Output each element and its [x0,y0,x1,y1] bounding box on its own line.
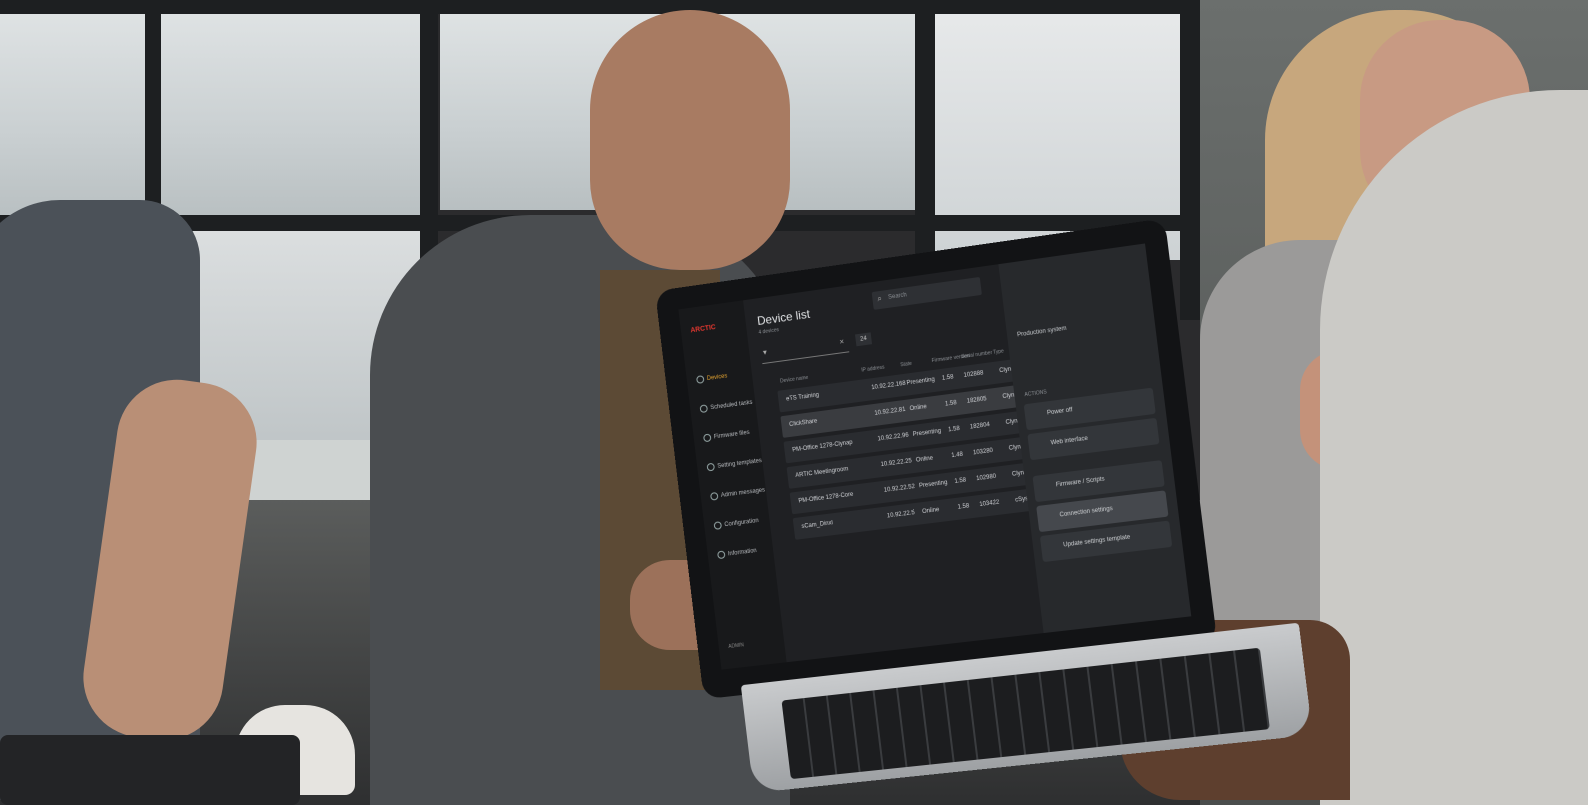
sidebar-item-label: Devices [706,373,728,383]
sidebar-item-label: Information [727,548,758,558]
device-name: ARTIC Meetingroom [795,466,849,480]
device-ip: 10.92.22.5 [886,510,916,520]
device-firmware: 1.58 [941,374,954,382]
column-header-serial[interactable]: Serial number [961,350,993,360]
column-header-name[interactable]: Device name [780,375,809,385]
device-ip: 10.92.22.96 [877,432,910,443]
sidebar-item-admin-messages[interactable]: Admin messages [710,486,765,501]
device-firmware: 1.58 [947,425,961,434]
button-label: Web interface [1050,435,1089,447]
info-icon [717,550,726,560]
device-serial: 102888 [963,370,984,379]
device-ip: 10.92.22.168 [871,380,907,392]
sidebar-item-label: Configuration [724,518,759,529]
device-name: PM-Office 1278-Core [798,491,854,505]
device-ip: 10.92.22.52 [883,483,916,494]
device-ip: 10.92.22.81 [874,406,906,417]
filter-count-badge[interactable]: 24 [855,332,873,347]
laptop-left-edge [0,735,300,805]
brand-logo: ARCTIC [690,324,717,335]
devices-icon [696,375,705,384]
detail-panel: Production system ACTIONS Power off Web … [998,243,1192,634]
page-title: Device list [756,306,811,328]
clear-icon[interactable]: × [839,337,845,346]
sidebar-item-information[interactable]: Information [717,547,757,560]
gear-icon [706,462,716,472]
page-subtitle: 4 devices [758,327,780,336]
panel-actions-heading: ACTIONS [1024,389,1048,399]
window-pane-left [0,10,160,220]
sidebar-item-label: Setting templates [717,458,763,470]
device-firmware: 1.58 [944,400,958,408]
device-name: ClickShare [788,418,818,429]
device-firmware: 1.58 [957,503,970,511]
device-serial: 103422 [979,499,1000,509]
device-firmware: 1.58 [954,477,967,485]
window-frame-top [0,0,1200,14]
tools-icon [713,521,723,530]
sidebar-item-setting-templates[interactable]: Setting templates [706,457,763,472]
device-serial: 182805 [966,396,988,405]
filter-input[interactable]: ▾ × [760,333,850,365]
man-head [590,10,790,270]
device-state: Online [909,404,928,413]
device-serial: 102980 [975,473,997,483]
panel-section-title: Production system [1016,325,1067,339]
search-placeholder: Search [887,292,908,301]
foreground-shoulder [1320,90,1588,805]
filter-icon: ▾ [762,347,768,358]
device-state: Online [921,507,940,516]
search-input[interactable]: ⌕ Search [871,276,982,310]
device-name: sCam_Dinxl [801,520,834,531]
device-serial: 182804 [969,422,991,431]
download-icon [703,433,712,443]
device-name: PM-Office 1278-Clynap [792,439,853,454]
device-state: Presenting [906,376,936,387]
clock-icon [699,404,709,414]
sidebar-item-configuration[interactable]: Configuration [713,517,760,530]
button-label: Update settings template [1062,534,1131,549]
photo-scene: ARCTIC Devices Scheduled tasks Firmware … [0,0,1588,805]
column-header-ip[interactable]: IP address [861,365,885,374]
device-firmware: 1.48 [951,451,964,460]
device-serial: 103280 [972,447,994,457]
sidebar-item-firmware-files[interactable]: Firmware files [703,428,750,443]
sidebar-item-devices[interactable]: Devices [696,372,728,384]
device-state: Presenting [918,479,948,490]
column-header-state[interactable]: State [900,361,912,368]
laptop-lid: ARCTIC Devices Scheduled tasks Firmware … [655,218,1218,700]
button-label: Power off [1046,407,1073,417]
button-label: Connection settings [1059,505,1114,519]
sidebar-item-scheduled-tasks[interactable]: Scheduled tasks [699,398,753,414]
sidebar-item-label: Firmware files [713,429,750,441]
laptop: ARCTIC Devices Scheduled tasks Firmware … [655,212,1313,797]
app-screen: ARCTIC Devices Scheduled tasks Firmware … [678,243,1192,670]
sidebar-item-label: Admin messages [720,487,766,499]
sidebar-item-label: Scheduled tasks [710,399,753,412]
device-state: Online [915,455,934,464]
sidebar-footer: ADMIN [728,642,745,650]
device-name: eTS Training [785,392,820,403]
window-pane-mid [160,10,430,220]
button-label: Firmware / Scripts [1055,476,1105,489]
column-header-type[interactable]: Type [993,348,1005,355]
device-state: Presenting [912,428,942,438]
send-icon [710,491,719,501]
search-icon: ⌕ [876,293,883,304]
device-ip: 10.92.22.25 [880,458,913,469]
